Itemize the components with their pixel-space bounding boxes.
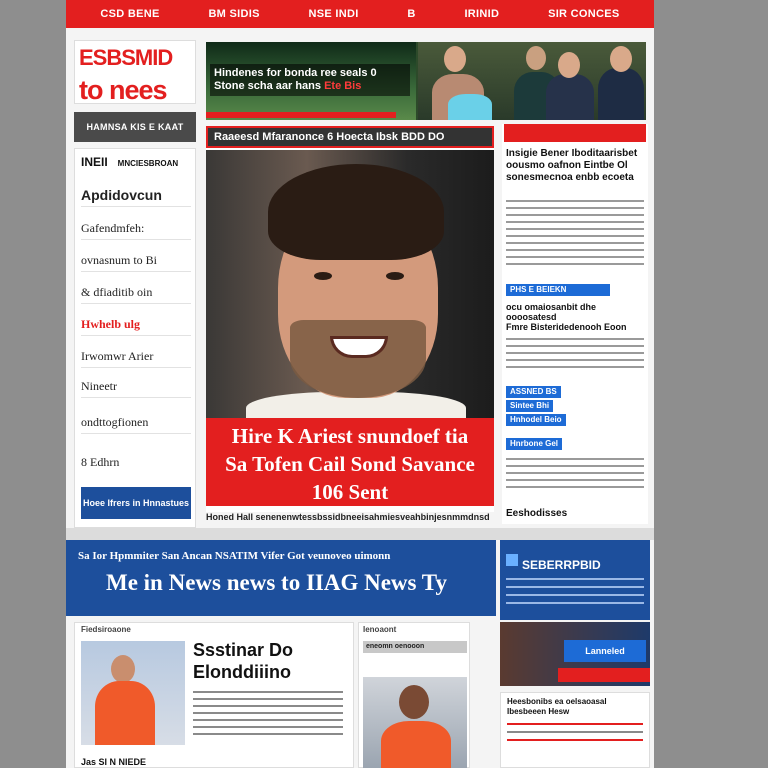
right-column-subhead[interactable]: ocu omaiosanbit dhe oooosatesd [506, 302, 648, 322]
right-column-header-bar [504, 124, 646, 142]
person-figure [381, 721, 451, 768]
text-lines [193, 691, 343, 740]
right-column-footer[interactable]: Eeshodisses [506, 508, 567, 519]
right-column-subhead[interactable]: Fmre Bisteridedenooh Eoon [506, 322, 627, 332]
sidebar-item[interactable]: Nineetr [81, 379, 191, 398]
side-story-title[interactable]: Heesbonibs ea oelsaoasal Ibesbeeen Hesw [501, 693, 649, 717]
text-lines [506, 200, 644, 270]
banner-subtitle: Sa Ior Hpmmiter San Ancan NSATIM Vifer G… [78, 550, 391, 562]
card-sublabel: eneomn oenooon [363, 641, 467, 653]
card-photo [363, 677, 467, 768]
feature-title-line-1: Hire K Ariest snundoef tia [231, 424, 469, 448]
top-story-strip[interactable]: Hindenes for bonda ree seals 0 Stone sch… [206, 42, 646, 120]
eye-right [386, 272, 404, 280]
beard [290, 320, 426, 398]
person-figure [598, 68, 644, 120]
feature-byline: Honed Hall senenenwtessbssidbneeisahmies… [206, 512, 490, 522]
person-head [526, 46, 546, 70]
card-title[interactable]: Ssstinar Do Elonddiiino [193, 639, 293, 683]
card-footer[interactable]: Jas SI N NIEDE [81, 757, 146, 767]
section-header[interactable]: HAMNSA KIS E KAAT [74, 112, 196, 142]
person-figure [546, 74, 594, 120]
feature-title-line-2: Sa Tofen Cail Sond Savance [225, 452, 475, 476]
sidebar-item[interactable]: Hwhelb ulg [81, 317, 191, 336]
news-banner[interactable]: Sa Ior Hpmmiter San Ancan NSATIM Vifer G… [66, 540, 496, 616]
card-title-line-2: Elonddiiino [193, 662, 291, 682]
promo-box[interactable]: SEBERRPBID [500, 540, 650, 620]
person-head [111, 655, 135, 683]
sidebar-button[interactable]: Hoee Ifrers in Hnnastues [81, 487, 191, 519]
banner-title: Me in News news to IIAG News Ty [106, 570, 447, 595]
tag-link[interactable]: Sintee Bhi [506, 400, 554, 412]
card-label: Fiedsiroaone [81, 625, 131, 634]
top-story-caption[interactable]: Hindenes for bonda ree seals 0 Stone sch… [210, 64, 410, 96]
person-figure [448, 94, 492, 120]
logo-line-1: ESBSMID [79, 45, 173, 70]
person-head [399, 685, 429, 719]
nav-item-2[interactable]: BM SIDIS [208, 8, 259, 20]
card-photo [81, 641, 185, 745]
story-card[interactable]: Ienoaont eneomn oenooon [358, 622, 470, 768]
nav-item-5[interactable]: IRINID [464, 8, 499, 20]
person-head [558, 52, 580, 78]
side-story-tag[interactable]: Lanneled [564, 640, 646, 662]
promo-title: SEBERRPBID [522, 558, 601, 572]
logo-line-2: to nees [79, 75, 168, 105]
site-logo[interactable]: ESBSMID to nees [74, 40, 196, 105]
news-page: CSD BENE BM SIDIS NSE INDI B IRINID SIR … [66, 0, 654, 768]
sidebar-item[interactable]: Irwomwr Arier [81, 349, 191, 368]
text-lines [506, 578, 644, 610]
sidebar-item[interactable]: 8 Edhrn [81, 455, 191, 473]
text-lines [506, 458, 644, 493]
person-head [444, 46, 466, 72]
feature-title[interactable]: Hire K Ariest snundoef tia Sa Tofen Cail… [206, 418, 494, 506]
card-title-line-1: Ssstinar Do [193, 640, 294, 660]
nav-item-4[interactable]: B [407, 8, 415, 20]
promo-icon [506, 554, 518, 566]
right-column: Insigie Bener Iboditaarisbet oousmo oafn… [502, 124, 648, 524]
side-story[interactable]: Lanneled Heesbonibs ea oelsaoasal Ibesbe… [500, 622, 650, 768]
side-story-text: Heesbonibs ea oelsaoasal Ibesbeeen Hesw [500, 692, 650, 768]
story-card[interactable]: Fiedsiroaone Ssstinar Do Elonddiiino Jas… [74, 622, 354, 768]
person-head [610, 46, 632, 72]
sidebar-item[interactable]: & dfiaditib oin [81, 285, 191, 304]
feature-photo [206, 150, 494, 418]
sidebar-item[interactable]: Gafendmfeh: [81, 221, 191, 240]
eye-left [314, 272, 332, 280]
side-story-red-bar [558, 668, 650, 682]
sidebar-item[interactable]: ondttogfionen [81, 415, 191, 434]
sidebar-item[interactable]: ovnasnum to Bi [81, 253, 191, 272]
group-photo [418, 42, 646, 120]
top-navigation: CSD BENE BM SIDIS NSE INDI B IRINID SIR … [66, 0, 654, 28]
card-label: Ienoaont [363, 625, 397, 634]
text-lines [506, 338, 644, 373]
tag-link[interactable]: PHS E BEIEKN [506, 284, 610, 296]
tag-link[interactable]: Hnrbone Gel [506, 438, 563, 450]
nav-item-3[interactable]: NSE INDI [309, 8, 359, 20]
top-story-link-bar[interactable] [206, 112, 396, 118]
nav-item-1[interactable]: CSD BENE [100, 8, 159, 20]
sidebar-label-small: MNCIESBROAN [117, 159, 179, 168]
sidebar-item[interactable]: Apdidovcun [81, 187, 191, 207]
sidebar-label: INEII MNCIESBROAN [81, 155, 178, 169]
feature-header[interactable]: Raaeesd Mfaranonce 6 Hoecta Ibsk BDD DO [206, 126, 494, 148]
person-figure [95, 681, 155, 745]
feature-story[interactable]: Raaeesd Mfaranonce 6 Hoecta Ibsk BDD DO … [206, 126, 494, 522]
nav-item-6[interactable]: SIR CONCES [548, 8, 619, 20]
caption-highlight: Ete Bis [324, 80, 362, 92]
feature-title-line-3: 106 Sent [311, 480, 389, 504]
hair [268, 164, 444, 260]
section-divider [66, 528, 654, 540]
tag-link[interactable]: Hnhodel Beio [506, 414, 566, 426]
tag-link[interactable]: ASSNED BS [506, 386, 561, 398]
sidebar-label-main: INEII [81, 155, 108, 169]
right-column-title[interactable]: Insigie Bener Iboditaarisbet oousmo oafn… [506, 148, 644, 184]
sidebar: INEII MNCIESBROAN Apdidovcun Gafendmfeh: … [74, 148, 196, 528]
